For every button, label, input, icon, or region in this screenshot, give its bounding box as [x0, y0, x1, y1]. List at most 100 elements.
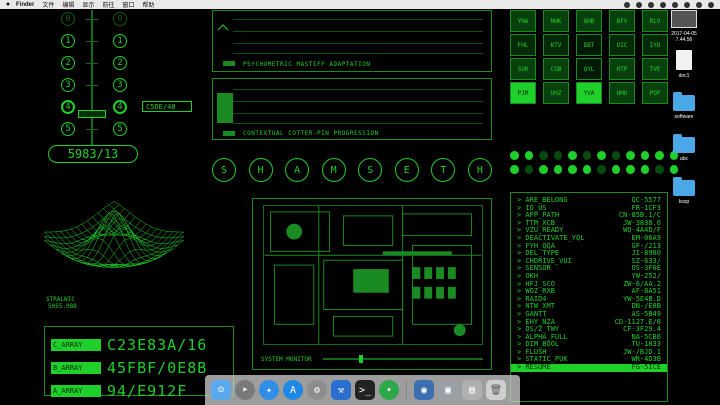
grid-button[interactable]: HMU [609, 82, 635, 104]
grid-button[interactable]: YNA [510, 10, 536, 32]
numeral-4[interactable]: 4 [61, 100, 75, 114]
grid-button[interactable]: YVA [576, 82, 602, 104]
menu-view[interactable]: 显示 [82, 0, 94, 9]
numeral-column-right: 0 1 2 3 4 5 [108, 10, 132, 145]
desktop-icon-doc1[interactable]: doc1 [664, 50, 704, 79]
led-indicator [640, 151, 649, 160]
led-indicator [568, 151, 577, 160]
numeral-0[interactable]: 0 [61, 12, 75, 26]
grid-button[interactable]: UIC [609, 34, 635, 56]
numeral-2[interactable]: 2 [113, 56, 127, 70]
array-value: C23E83A/16 [107, 336, 208, 354]
system-preferences-icon[interactable]: ⚙ [307, 380, 327, 400]
command-row[interactable]: > RESUME FG-5ICE [511, 363, 667, 372]
battery-icon[interactable] [672, 1, 678, 8]
numeral-3[interactable]: 3 [113, 78, 127, 92]
numeral-5[interactable]: 5 [61, 122, 75, 136]
grid-button[interactable]: OHB [576, 10, 602, 32]
folder-icon [673, 92, 695, 111]
led-indicator [611, 165, 620, 174]
menu-window[interactable]: 窗口 [122, 0, 134, 9]
monitor-progress-knob[interactable] [359, 355, 363, 363]
menu-edit[interactable]: 编辑 [62, 0, 74, 9]
desktop-icon-software[interactable]: software [664, 92, 704, 120]
grid-button[interactable]: QYL [576, 58, 602, 80]
stack-icon[interactable]: ▤ [462, 380, 482, 400]
desktop-icon-label: 2017-04-05 7.44.56 [671, 31, 697, 43]
xcode-icon[interactable]: ⚒ [331, 380, 351, 400]
mesh-value: 5055.088 [48, 303, 77, 310]
numeral-2[interactable]: 2 [61, 56, 75, 70]
array-row: A_ARRAY 94/E912F [51, 382, 187, 400]
divider [233, 19, 483, 20]
grid-button[interactable]: NWK [543, 10, 569, 32]
slider-tick [86, 85, 98, 86]
user-icon[interactable] [696, 1, 702, 8]
contextual-panel: CONTEXTUAL COTTER-PIN PROGRESSION [212, 78, 492, 140]
array-value: 45FBF/0E8B [107, 359, 208, 377]
title-letter: T [431, 158, 456, 182]
panel-title: CONTEXTUAL COTTER-PIN PROGRESSION [243, 130, 379, 137]
safari-icon[interactable]: ✦ [259, 380, 279, 400]
screenshots-icon[interactable]: ▣ [438, 380, 458, 400]
numeral-1[interactable]: 1 [113, 34, 127, 48]
grid-button[interactable]: CGB [543, 58, 569, 80]
divider [233, 43, 483, 44]
led-indicator [524, 165, 533, 174]
grid-button[interactable]: FHL [510, 34, 536, 56]
spotlight-icon[interactable] [684, 1, 690, 8]
grid-button[interactable]: DBT [576, 34, 602, 56]
numeral-5[interactable]: 5 [113, 122, 127, 136]
numeral-1[interactable]: 1 [61, 34, 75, 48]
numeral-slider[interactable] [78, 10, 106, 145]
volume-icon[interactable] [660, 1, 666, 8]
apple-menu-icon[interactable]: ● [0, 1, 16, 8]
slider-rail [91, 10, 93, 145]
title-bubbles: S H A M S E T H [212, 158, 492, 184]
grid-button[interactable]: HTP [609, 58, 635, 80]
led-indicator [524, 151, 533, 160]
numeral-4[interactable]: 4 [113, 100, 127, 114]
app-store-icon[interactable]: A [283, 380, 303, 400]
led-indicator [510, 151, 519, 160]
finder-icon[interactable]: ☺ [211, 380, 231, 400]
desktop-icon-kssp[interactable]: kssp [664, 177, 704, 205]
status-icon-1[interactable] [624, 1, 630, 8]
menu-file[interactable]: 文件 [42, 0, 54, 9]
green-app-icon[interactable]: • [379, 380, 399, 400]
desktop-icon-screenshot[interactable]: 2017-04-05 7.44.56 [664, 10, 704, 43]
grid-button[interactable]: KTV [543, 34, 569, 56]
desktop-icon-abc[interactable]: abc [664, 134, 704, 162]
command-list-panel: > ARE_BELONG QC-5577 > IO_US FR-1CF3 > APP_P… [510, 192, 668, 402]
slider-tick [86, 63, 98, 64]
panel-title: PSYCHOMETRIC MASTIFF ADAPTATION [243, 61, 371, 68]
grid-button[interactable]: PJM [510, 82, 536, 104]
slider-knob[interactable] [78, 110, 106, 118]
grid-button[interactable]: SUR [510, 58, 536, 80]
array-row: B_ARRAY 45FBF/0E8B [51, 359, 207, 377]
wifi-icon[interactable] [648, 1, 654, 8]
menu-app-finder[interactable]: Finder [16, 2, 34, 8]
camera-icon[interactable]: ◉ [414, 380, 434, 400]
grid-button[interactable]: BFV [609, 10, 635, 32]
launchpad-icon[interactable]: ➤ [235, 380, 255, 400]
notification-center-icon[interactable] [708, 1, 714, 8]
numeral-3[interactable]: 3 [61, 78, 75, 92]
grid-button[interactable]: UHZ [543, 82, 569, 104]
trash-icon[interactable]: 🗑 [486, 380, 506, 400]
code-button-grid: YNA NWK OHB BFV RLV FHL KTV DBT UIC IYO SUR CGB QYL H… [510, 10, 678, 135]
menu-go[interactable]: 前往 [102, 0, 114, 9]
divider [233, 101, 483, 102]
terminal-icon[interactable]: >_ [355, 380, 375, 400]
divider [233, 113, 483, 114]
status-area [624, 1, 720, 8]
panel-indicator [223, 131, 235, 136]
numeral-0[interactable]: 0 [113, 12, 127, 26]
menu-help[interactable]: 帮助 [142, 0, 154, 9]
title-letter: S [358, 158, 383, 182]
command-name: > RESUME [517, 363, 551, 372]
slider-tick [86, 19, 98, 20]
status-icon-2[interactable] [636, 1, 642, 8]
mesh-line [76, 210, 157, 262]
title-letter: M [321, 158, 346, 182]
